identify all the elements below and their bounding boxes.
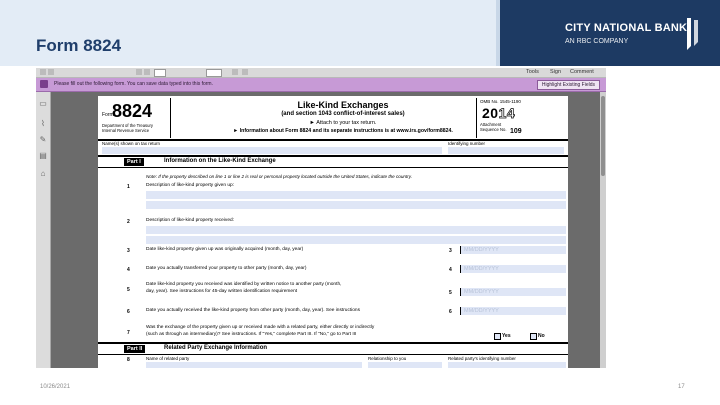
sequence-number: 109 — [510, 128, 522, 135]
entry-number: 5 — [449, 290, 452, 296]
form-fill-icon — [40, 80, 48, 88]
line-number: 2 — [127, 219, 130, 225]
scrollbar-thumb[interactable] — [601, 96, 605, 176]
highlight-fields-button[interactable]: Highlight Existing Fields — [536, 80, 600, 90]
bank-logo: CITY NATIONAL BANK AN RBC COMPANY — [565, 16, 710, 56]
viewer-toolbar: Tools Sign Comment — [36, 68, 606, 78]
entry-number: 3 — [449, 248, 452, 254]
line-text: Date like-kind property you received was… — [146, 282, 342, 287]
name-label: Name(s) shown on tax return — [102, 141, 161, 146]
line6-date-field[interactable]: MM/DD/YYYY — [460, 307, 566, 315]
line-text: Was the exchange of the property given u… — [146, 325, 375, 330]
form-notice-text: Please fill out the following form. You … — [54, 81, 213, 87]
rule — [98, 139, 568, 141]
identifying-number-field[interactable] — [448, 147, 564, 154]
bank-emblem-icon — [687, 18, 698, 50]
no-label: No — [538, 333, 545, 339]
form-notice-bar: Please fill out the following form. You … — [36, 78, 606, 92]
related-party-id-field[interactable] — [448, 362, 566, 368]
sign-button[interactable]: Sign — [550, 68, 561, 76]
related-party-id-label: Related party's identifying number — [448, 356, 516, 361]
part1-tag: Part I — [124, 158, 144, 166]
form-note: Note: If the property described on line … — [146, 174, 412, 179]
related-party-name-label: Name of related party — [146, 356, 190, 361]
line-text-continued: day, year). See instructions for 45-day … — [146, 289, 298, 294]
comment-button[interactable]: Comment — [570, 68, 594, 76]
form-page: Form 8824 Department of the Treasury Int… — [98, 96, 568, 368]
info-instruction: ► Information about Form 8824 and its se… — [233, 128, 453, 134]
pages-icon[interactable]: ▭ — [39, 100, 47, 108]
line2-field-b[interactable] — [146, 236, 566, 244]
slide-header: Form 8824 CITY NATIONAL BANK AN RBC COMP… — [0, 0, 720, 66]
tax-year-prefix: 20 — [482, 105, 499, 121]
relationship-label: Relationship to you — [368, 356, 407, 361]
line-number: 6 — [127, 309, 130, 315]
save-icon[interactable] — [40, 69, 46, 75]
attachments-icon[interactable]: ⌇ — [39, 120, 47, 128]
fit-page-icon[interactable] — [232, 69, 238, 75]
related-party-name-field[interactable] — [146, 362, 362, 368]
line1-field-b[interactable] — [146, 201, 566, 209]
tax-year-suffix: 14 — [498, 105, 516, 122]
vertical-scrollbar[interactable] — [600, 92, 606, 368]
line-number: 3 — [127, 248, 130, 254]
line-number: 8 — [127, 357, 130, 363]
line-text: Date you actually received the like-kind… — [146, 308, 361, 313]
part2-tag: Part II — [124, 345, 146, 353]
line-number: 1 — [127, 184, 130, 190]
line5-date-field[interactable]: MM/DD/YYYY — [460, 288, 566, 296]
next-page-icon[interactable] — [144, 69, 150, 75]
pdf-viewer: Tools Sign Comment Please fill out the f… — [36, 68, 606, 368]
yes-label: Yes — [502, 333, 511, 339]
header-rule-left — [170, 98, 171, 138]
tax-year: 2014 — [482, 105, 516, 122]
slide-page-number: 17 — [678, 384, 685, 390]
identifying-number-label: Identifying number — [448, 141, 486, 146]
navigation-sidebar: ▭ ⌇ ✎ ▤ ⌂ — [36, 92, 51, 368]
print-icon[interactable] — [48, 69, 54, 75]
attach-instruction: ► Attach to your tax return. — [309, 120, 377, 126]
tags-icon[interactable]: ⌂ — [39, 170, 47, 178]
line-number: 4 — [127, 267, 130, 273]
prev-page-icon[interactable] — [136, 69, 142, 75]
zoom-field[interactable] — [206, 69, 222, 77]
line7-yes-checkbox[interactable] — [494, 333, 501, 340]
slide-title: Form 8824 — [36, 36, 122, 55]
read-mode-icon[interactable] — [242, 69, 248, 75]
tools-button[interactable]: Tools — [526, 68, 539, 76]
omb-number: OMB No. 1545-1190 — [480, 99, 521, 104]
signatures-icon[interactable]: ✎ — [39, 136, 47, 144]
rule — [98, 342, 568, 344]
department-label: Department of the Treasury Internal Reve… — [102, 123, 153, 133]
part2-title: Related Party Exchange Information — [164, 345, 268, 351]
form-title: Like-Kind Exchanges — [297, 100, 389, 110]
rule — [98, 167, 568, 168]
line3-date-field[interactable]: MM/DD/YYYY — [460, 246, 566, 254]
bank-name: CITY NATIONAL BANK — [565, 22, 688, 34]
rule — [98, 155, 568, 157]
line-number: 7 — [127, 330, 130, 336]
form-number: 8824 — [112, 101, 153, 121]
line7-no-checkbox[interactable] — [530, 333, 537, 340]
line1-field-a[interactable] — [146, 191, 566, 199]
line-text-continued: (such as through an intermediary)? See i… — [146, 332, 357, 337]
entry-number: 4 — [449, 267, 452, 273]
entry-number: 6 — [449, 309, 452, 315]
rule — [98, 354, 568, 355]
page-number-field[interactable] — [154, 69, 166, 77]
bank-tagline: AN RBC COMPANY — [565, 38, 629, 45]
line-number: 5 — [127, 287, 130, 293]
name-field[interactable] — [102, 147, 442, 154]
relationship-field[interactable] — [368, 362, 442, 368]
layers-icon[interactable]: ▤ — [39, 152, 47, 160]
line4-date-field[interactable]: MM/DD/YYYY — [460, 265, 566, 273]
line-text: Description of like-kind property receiv… — [146, 218, 234, 223]
line-text: Date you actually transferred your prope… — [146, 266, 307, 271]
footer-date: 10/26/2021 — [40, 384, 71, 390]
line2-field-a[interactable] — [146, 226, 566, 234]
line-text: Date like-kind property given up was ori… — [146, 247, 304, 252]
line-text: Description of like-kind property given … — [146, 183, 234, 188]
form-subtitle: (and section 1043 conflict-of-interest s… — [281, 111, 405, 117]
part1-title: Information on the Like-Kind Exchange — [164, 158, 276, 164]
